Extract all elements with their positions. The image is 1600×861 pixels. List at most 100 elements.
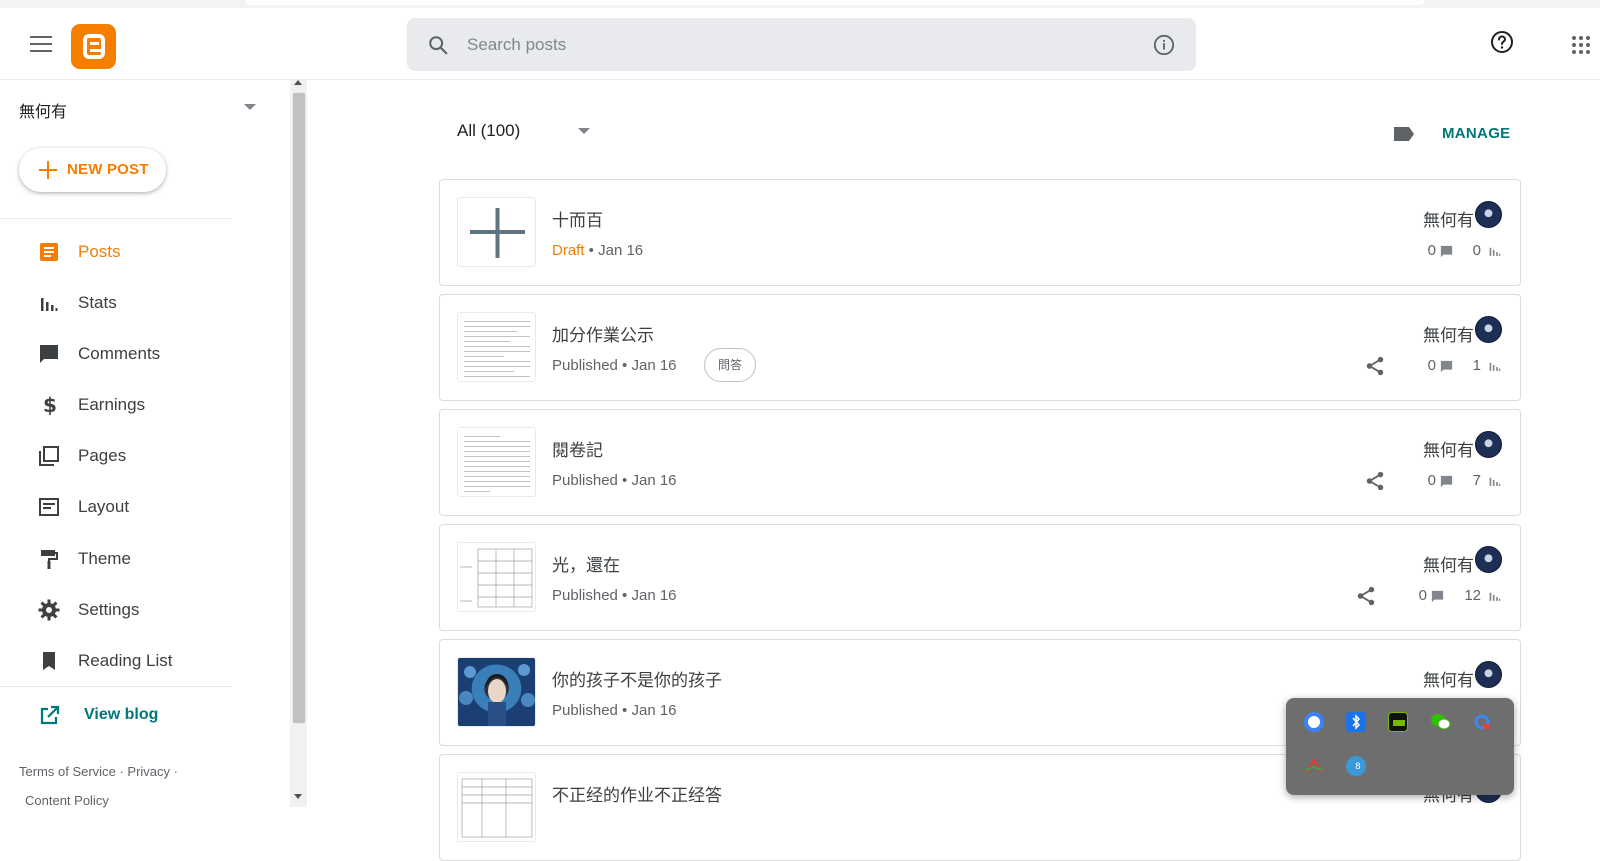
network-badge-icon[interactable]: 8 xyxy=(1346,756,1366,776)
sidebar-item-stats[interactable]: Stats xyxy=(0,281,232,325)
post-row[interactable]: 閱卷記 Published • Jan 16 無何有 0 7 xyxy=(439,409,1521,516)
wechat-icon[interactable] xyxy=(1430,712,1451,732)
browser-top-strip xyxy=(0,0,1600,8)
sidebar-item-settings[interactable]: Settings xyxy=(0,588,232,632)
avatar[interactable] xyxy=(1475,201,1502,228)
post-status: Published xyxy=(552,702,618,719)
view-blog-label: View blog xyxy=(84,706,159,723)
apps-grid-icon[interactable] xyxy=(1572,36,1592,56)
post-meta: Published • Jan 16 xyxy=(552,702,677,719)
nvidia-icon[interactable] xyxy=(1388,712,1408,732)
search-input[interactable] xyxy=(467,30,1107,60)
post-row[interactable]: 加分作業公示 Published • Jan 16 問答 無何有 0 1 xyxy=(439,294,1521,401)
post-title[interactable]: 十而百 xyxy=(552,206,603,231)
adobe-icon[interactable] xyxy=(1304,756,1324,776)
post-stats: 0 0 xyxy=(1406,242,1502,264)
label-icon[interactable] xyxy=(1392,125,1416,143)
system-tray-popup: 8 xyxy=(1286,698,1514,795)
info-icon[interactable] xyxy=(1153,34,1175,56)
post-thumbnail[interactable] xyxy=(457,312,536,382)
signal-icon[interactable] xyxy=(1304,712,1324,732)
sidebar-item-pages[interactable]: Pages xyxy=(0,434,232,478)
post-status: Published xyxy=(552,472,618,489)
post-status: Published xyxy=(552,357,618,374)
post-date: Jan 16 xyxy=(631,702,677,719)
divider xyxy=(0,686,232,687)
post-thumbnail[interactable] xyxy=(457,427,536,497)
post-thumbnail[interactable] xyxy=(457,542,536,612)
avatar[interactable] xyxy=(1475,316,1502,343)
avatar[interactable] xyxy=(1475,661,1502,688)
app-header xyxy=(0,8,1600,80)
pages-icon xyxy=(39,446,59,466)
sidebar-item-comments[interactable]: Comments xyxy=(0,332,232,376)
view-count: 12 xyxy=(1464,587,1481,604)
post-thumbnail[interactable] xyxy=(457,772,536,842)
manage-labels-button[interactable]: MANAGE xyxy=(1442,125,1510,142)
chevron-down-icon[interactable] xyxy=(578,128,590,134)
footer-links: Terms of Service · Privacy · Content Pol… xyxy=(19,757,178,815)
sidebar-item-layout[interactable]: Layout xyxy=(0,485,232,529)
scroll-down-arrow[interactable] xyxy=(294,794,302,799)
views-icon xyxy=(1489,477,1501,486)
bookmark-icon xyxy=(43,652,55,670)
comments-icon xyxy=(40,345,58,363)
view-count: 7 xyxy=(1472,472,1481,489)
post-date: Jan 16 xyxy=(598,242,644,259)
share-icon[interactable] xyxy=(1364,470,1386,492)
sidebar-item-earnings[interactable]: $ Earnings xyxy=(0,383,232,427)
sidebar-item-reading-list[interactable]: Reading List xyxy=(0,639,232,683)
divider xyxy=(0,218,232,219)
privacy-link[interactable]: Privacy xyxy=(127,764,170,779)
post-stats: 0 12 xyxy=(1355,585,1502,609)
avatar[interactable] xyxy=(1475,431,1502,458)
post-author: 無何有 xyxy=(1423,671,1474,690)
post-row[interactable]: 光，還在 Published • Jan 16 無何有 0 12 xyxy=(439,524,1521,631)
post-title[interactable]: 光，還在 xyxy=(552,551,620,576)
content-policy-link[interactable]: Content Policy xyxy=(25,793,109,808)
menu-icon[interactable] xyxy=(30,36,52,52)
post-thumbnail[interactable] xyxy=(457,657,536,727)
scroll-up-arrow[interactable] xyxy=(294,80,302,85)
post-title[interactable]: 你的孩子不是你的孩子 xyxy=(552,666,722,691)
sidebar-item-posts[interactable]: Posts xyxy=(0,230,232,274)
sidebar-item-label: Comments xyxy=(78,344,161,363)
blogger-logo[interactable] xyxy=(71,24,116,69)
blog-selector[interactable]: 無何有 xyxy=(19,98,67,122)
sidebar: 無何有 NEW POST Posts Stats Comments $ Earn… xyxy=(0,80,292,808)
sidebar-scrollbar[interactable] xyxy=(290,80,307,807)
help-icon[interactable] xyxy=(1490,30,1514,54)
post-title[interactable]: 不正经的作业不正经答 xyxy=(552,781,722,806)
comment-count: 0 xyxy=(1427,357,1436,374)
add-image-placeholder[interactable] xyxy=(457,197,536,267)
share-icon[interactable] xyxy=(1355,585,1377,607)
post-status: Draft xyxy=(552,242,585,259)
chevron-down-icon[interactable] xyxy=(244,104,256,110)
separator: · xyxy=(119,764,124,779)
new-post-button[interactable]: NEW POST xyxy=(19,148,166,192)
stats-icon xyxy=(41,298,58,311)
scrollbar-thumb[interactable] xyxy=(292,92,306,724)
dollar-icon: $ xyxy=(43,393,57,417)
comment-count: 0 xyxy=(1418,587,1427,604)
post-label-chip[interactable]: 問答 xyxy=(704,348,757,382)
bluetooth-icon[interactable] xyxy=(1346,712,1366,732)
view-blog-link[interactable]: View blog xyxy=(0,694,232,738)
search-icon[interactable] xyxy=(427,34,449,56)
open-in-new-icon xyxy=(40,705,60,725)
google-drive-icon[interactable] xyxy=(1472,712,1492,732)
search-bar xyxy=(407,18,1196,71)
terms-link[interactable]: Terms of Service xyxy=(19,764,116,779)
post-title[interactable]: 加分作業公示 xyxy=(552,321,654,346)
posts-filter[interactable]: All (100) xyxy=(457,121,520,141)
share-icon[interactable] xyxy=(1364,355,1386,377)
post-stats: 0 1 xyxy=(1364,355,1502,379)
post-meta: Draft • Jan 16 xyxy=(552,242,644,259)
sidebar-item-theme[interactable]: Theme xyxy=(0,537,232,581)
avatar[interactable] xyxy=(1475,546,1502,573)
post-title[interactable]: 閱卷記 xyxy=(552,436,603,461)
separator: · xyxy=(173,764,178,779)
post-status: Published xyxy=(552,587,618,604)
sidebar-item-label: Reading List xyxy=(78,651,173,670)
post-row[interactable]: 十而百 Draft • Jan 16 無何有 0 0 xyxy=(439,179,1521,286)
